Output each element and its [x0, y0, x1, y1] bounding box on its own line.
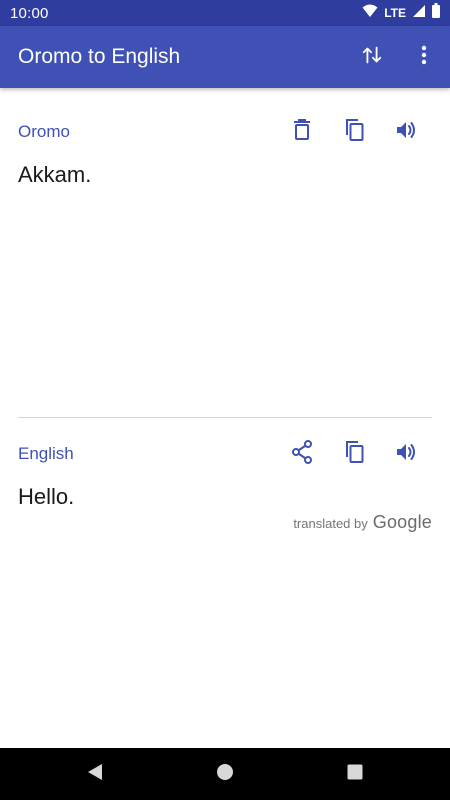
attribution: translated by Google [293, 512, 432, 533]
app-bar: Oromo to English [0, 26, 450, 88]
swap-languages-icon [361, 44, 383, 71]
speaker-icon [395, 120, 417, 145]
copy-target-button[interactable] [328, 434, 380, 474]
battery-icon [432, 3, 440, 23]
copy-icon [344, 118, 364, 146]
translated-text: Hello. [18, 484, 75, 509]
source-header: Oromo [18, 112, 432, 152]
recents-icon [347, 764, 363, 785]
delete-icon [293, 118, 311, 146]
status-icons: LTE [362, 3, 440, 23]
status-time: 10:00 [10, 4, 49, 22]
network-type: LTE [384, 6, 406, 20]
more-options-button[interactable] [398, 31, 450, 83]
status-bar: 10:00 LTE [0, 0, 450, 26]
app-title: Oromo to English [18, 45, 181, 68]
home-button[interactable] [160, 748, 290, 800]
copy-source-button[interactable] [328, 112, 380, 152]
swap-languages-button[interactable] [346, 31, 398, 83]
target-language-label[interactable]: English [18, 444, 74, 464]
source-actions [276, 112, 432, 152]
recents-button[interactable] [290, 748, 420, 800]
target-panel: English Hello. translated by Google [0, 418, 450, 748]
back-button[interactable] [30, 748, 160, 800]
wifi-icon [362, 4, 378, 23]
attribution-brand: Google [372, 512, 432, 532]
more-vert-icon [421, 45, 427, 70]
clear-button[interactable] [276, 112, 328, 152]
source-language-label[interactable]: Oromo [18, 122, 70, 142]
source-text[interactable]: Akkam. [18, 162, 432, 188]
signal-icon [412, 4, 426, 23]
source-panel: Oromo Akkam. [0, 88, 450, 418]
speak-target-button[interactable] [380, 434, 432, 474]
share-button[interactable] [276, 434, 328, 474]
speaker-icon [395, 442, 417, 467]
target-header: English [18, 434, 432, 474]
speak-source-button[interactable] [380, 112, 432, 152]
back-icon [87, 763, 103, 786]
copy-icon [344, 440, 364, 468]
navigation-bar [0, 748, 450, 800]
home-icon [216, 763, 234, 786]
attribution-prefix: translated by [293, 516, 368, 531]
share-icon [291, 439, 313, 469]
app-actions [346, 31, 450, 83]
target-actions [276, 434, 432, 474]
